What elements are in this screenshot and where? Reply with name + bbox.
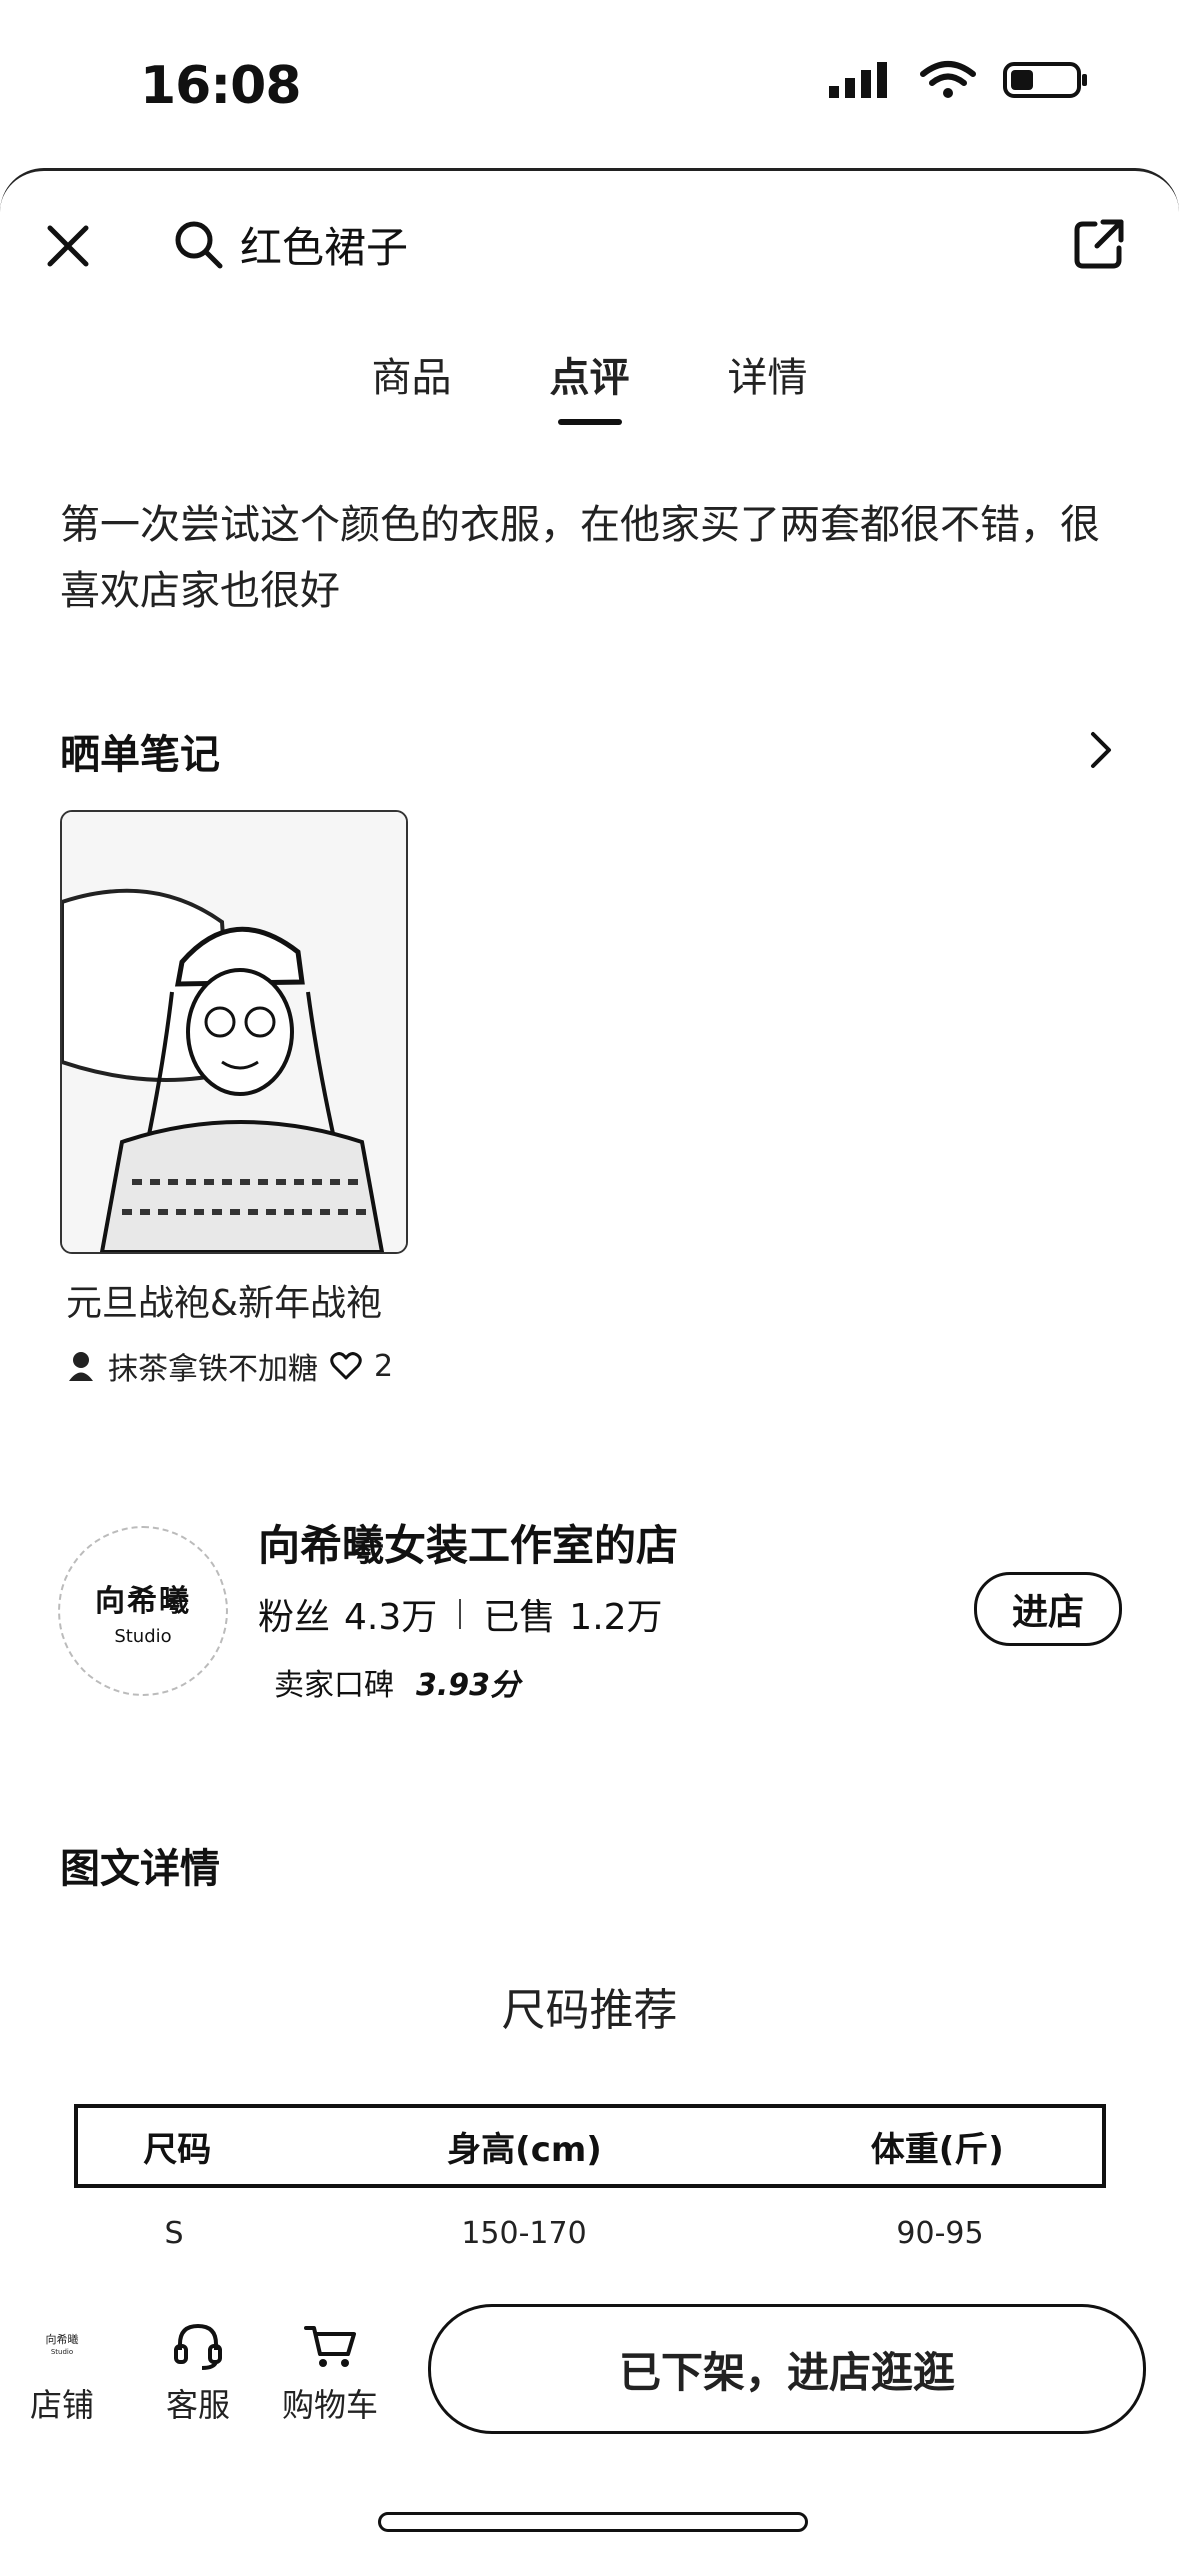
chevron-right-icon[interactable] — [1083, 728, 1119, 772]
stats-divider — [459, 1599, 462, 1629]
tab-bar: 商品 点评 详情 — [0, 345, 1179, 425]
service-label: 客服 — [166, 2386, 231, 2424]
fans-value: 4.3万 — [344, 1597, 438, 1638]
shop-rating: 卖家口碑 3.93分 — [274, 1660, 520, 1704]
cell-weight: 90-95 — [896, 2215, 984, 2251]
tab-details[interactable]: 详情 — [728, 345, 808, 403]
enter-shop-button[interactable]: 进店 — [974, 1572, 1122, 1646]
cart-label: 购物车 — [282, 2386, 379, 2424]
share-icon[interactable] — [1069, 214, 1129, 274]
tab-goods[interactable]: 商品 — [372, 345, 452, 403]
shop-label: 店铺 — [30, 2386, 95, 2424]
cell-size: S — [164, 2215, 184, 2251]
avatar — [69, 1352, 93, 1381]
tab-reviews[interactable]: 点评 — [550, 345, 630, 425]
shop-stats: 粉丝 4.3万 已售 1.2万 — [258, 1588, 663, 1640]
shop-mini-logo: 向希曦 Studio — [38, 2322, 86, 2370]
cart-icon — [304, 2326, 356, 2367]
signal-icon — [829, 62, 887, 98]
status-time: 16:08 — [140, 56, 302, 116]
note-meta: 抹茶拿铁不加糖 2 — [66, 1344, 393, 1388]
visit-shop-button[interactable]: 已下架，进店逛逛 — [428, 2304, 1146, 2434]
note-caption[interactable]: 元旦战袍&新年战袍 — [66, 1274, 382, 1326]
search-input[interactable]: 红色裙子 — [240, 214, 408, 275]
cart-button[interactable]: 购物车 — [282, 2322, 378, 2426]
mini-logo-subtext: Studio — [50, 2348, 74, 2356]
status-icons — [827, 60, 1089, 100]
shop-name[interactable]: 向希曦女装工作室的店 — [258, 1512, 678, 1573]
notes-section-title: 晒单笔记 — [60, 732, 220, 778]
bottom-shop-button[interactable]: 向希曦 Studio 店铺 — [30, 2322, 94, 2426]
headset-icon — [174, 2323, 222, 2370]
fans-label: 粉丝 — [258, 1597, 331, 1638]
cell-height: 150-170 — [461, 2215, 587, 2251]
rating-label: 卖家口碑 — [274, 1668, 394, 1703]
sold-value: 1.2万 — [569, 1597, 663, 1638]
mini-logo-text: 向希曦 — [45, 2333, 79, 2346]
header-size: 尺码 — [143, 2129, 212, 2170]
shop-logo-subtext: Studio — [114, 1625, 172, 1647]
header-height: 身高(cm) — [447, 2129, 602, 2170]
shop-logo-text: 向希曦 — [95, 1583, 191, 1619]
wifi-icon — [920, 61, 976, 98]
size-heading: 尺码推荐 — [501, 1985, 678, 2036]
note-likes: 2 — [374, 1348, 394, 1384]
note-author: 抹茶拿铁不加糖 — [108, 1352, 318, 1387]
table-row: S 150-170 90-95 — [74, 2188, 1106, 2278]
table-header: 尺码 身高(cm) 体重(斤) — [74, 2104, 1106, 2188]
heart-icon[interactable] — [330, 1351, 362, 1381]
review-text: 第一次尝试这个颜色的衣服，在他家买了两套都很不错，很喜欢店家也很好 — [60, 502, 1100, 614]
note-photo-illustration — [62, 812, 406, 1252]
rating-value: 3.93分 — [416, 1668, 521, 1703]
close-icon[interactable] — [40, 218, 96, 274]
customer-service-button[interactable]: 客服 — [166, 2322, 230, 2426]
battery-icon — [1003, 62, 1087, 98]
search-icon — [175, 221, 223, 269]
size-table: 尺码 身高(cm) 体重(斤) S 150-170 90-95 — [74, 2104, 1106, 2278]
detail-section-title: 图文详情 — [60, 1846, 220, 1892]
home-indicator — [378, 2512, 808, 2532]
sold-label: 已售 — [483, 1597, 556, 1638]
bottom-bar: 向希曦 Studio 店铺 客服 购物车 已下架，进店逛逛 — [0, 2296, 1179, 2456]
note-image[interactable] — [60, 810, 408, 1254]
header-weight: 体重(斤) — [870, 2129, 1004, 2170]
shop-logo[interactable]: 向希曦 Studio — [58, 1526, 228, 1696]
